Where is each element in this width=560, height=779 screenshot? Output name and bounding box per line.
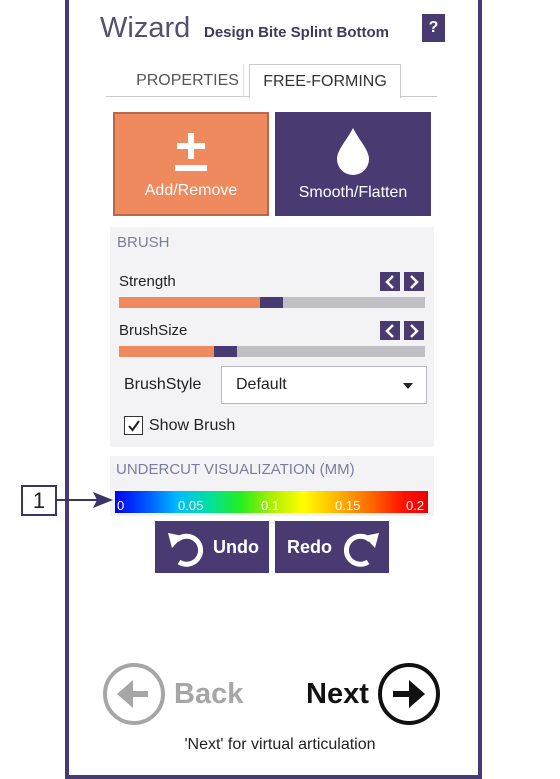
brush-header: BRUSH [117,234,170,251]
smooth-flatten-label: Smooth/Flatten [298,184,408,201]
strength-decrease-button[interactable] [380,272,400,291]
strength-label: Strength [119,273,176,290]
brushsize-slider[interactable] [119,346,425,357]
redo-label: Redo [287,536,332,557]
chevron-left-icon [385,323,394,338]
undo-button[interactable]: Undo [155,521,269,573]
smooth-flatten-button[interactable]: Smooth/Flatten [275,112,431,216]
callout-marker: 1 [21,485,57,516]
redo-button[interactable]: Redo [275,521,389,573]
brushsize-slider-thumb[interactable] [214,346,237,357]
strength-increase-button[interactable] [404,272,424,291]
brushsize-slider-fill [119,346,214,357]
add-remove-button[interactable]: Add/Remove [113,112,269,216]
undo-icon [168,533,204,567]
brushstyle-select[interactable]: Default [221,366,427,404]
checkmark-icon [127,419,140,432]
plus-minus-icon [171,128,211,178]
help-button[interactable]: ? [422,14,445,42]
back-button[interactable]: Back [102,662,252,726]
caret-down-icon [403,383,413,389]
wizard-subtitle: Design Bite Splint Bottom [204,24,389,41]
scale-tick-0-1: 0.1 [261,498,280,513]
next-label: Next [306,677,369,710]
undo-label: Undo [213,536,259,557]
show-brush-label: Show Brush [149,417,236,434]
wizard-title: Wizard [100,12,191,44]
scale-tick-0-2: 0.2 [406,498,425,513]
tab-properties[interactable]: PROPERTIES [132,64,244,97]
droplet-icon [333,126,373,176]
add-remove-label: Add/Remove [144,182,238,199]
redo-icon [343,533,379,567]
back-arrow-icon [103,663,165,725]
strength-slider-thumb[interactable] [260,297,283,308]
brushstyle-value: Default [236,376,287,393]
scale-tick-0-05: 0.05 [178,498,204,513]
callout-arrow-icon [57,492,113,508]
undercut-header: UNDERCUT VISUALIZATION (MM) [116,461,355,478]
scale-tick-0-15: 0.15 [335,498,361,513]
chevron-left-icon [385,274,394,289]
show-brush-checkbox[interactable] [124,416,143,435]
brushsize-increase-button[interactable] [404,321,424,340]
next-hint-text: 'Next' for virtual articulation [184,736,376,753]
brushstyle-label: BrushStyle [124,376,202,393]
chevron-right-icon [410,274,419,289]
tab-free-forming[interactable]: FREE-FORMING [249,64,401,98]
strength-slider-fill [119,297,260,308]
brushsize-decrease-button[interactable] [380,321,400,340]
chevron-right-icon [410,323,419,338]
next-arrow-icon [377,663,440,725]
scale-tick-0: 0 [117,498,125,513]
back-label: Back [174,677,244,710]
next-button[interactable]: Next [306,662,446,726]
brushsize-label: BrushSize [119,322,188,339]
strength-slider[interactable] [119,297,425,308]
